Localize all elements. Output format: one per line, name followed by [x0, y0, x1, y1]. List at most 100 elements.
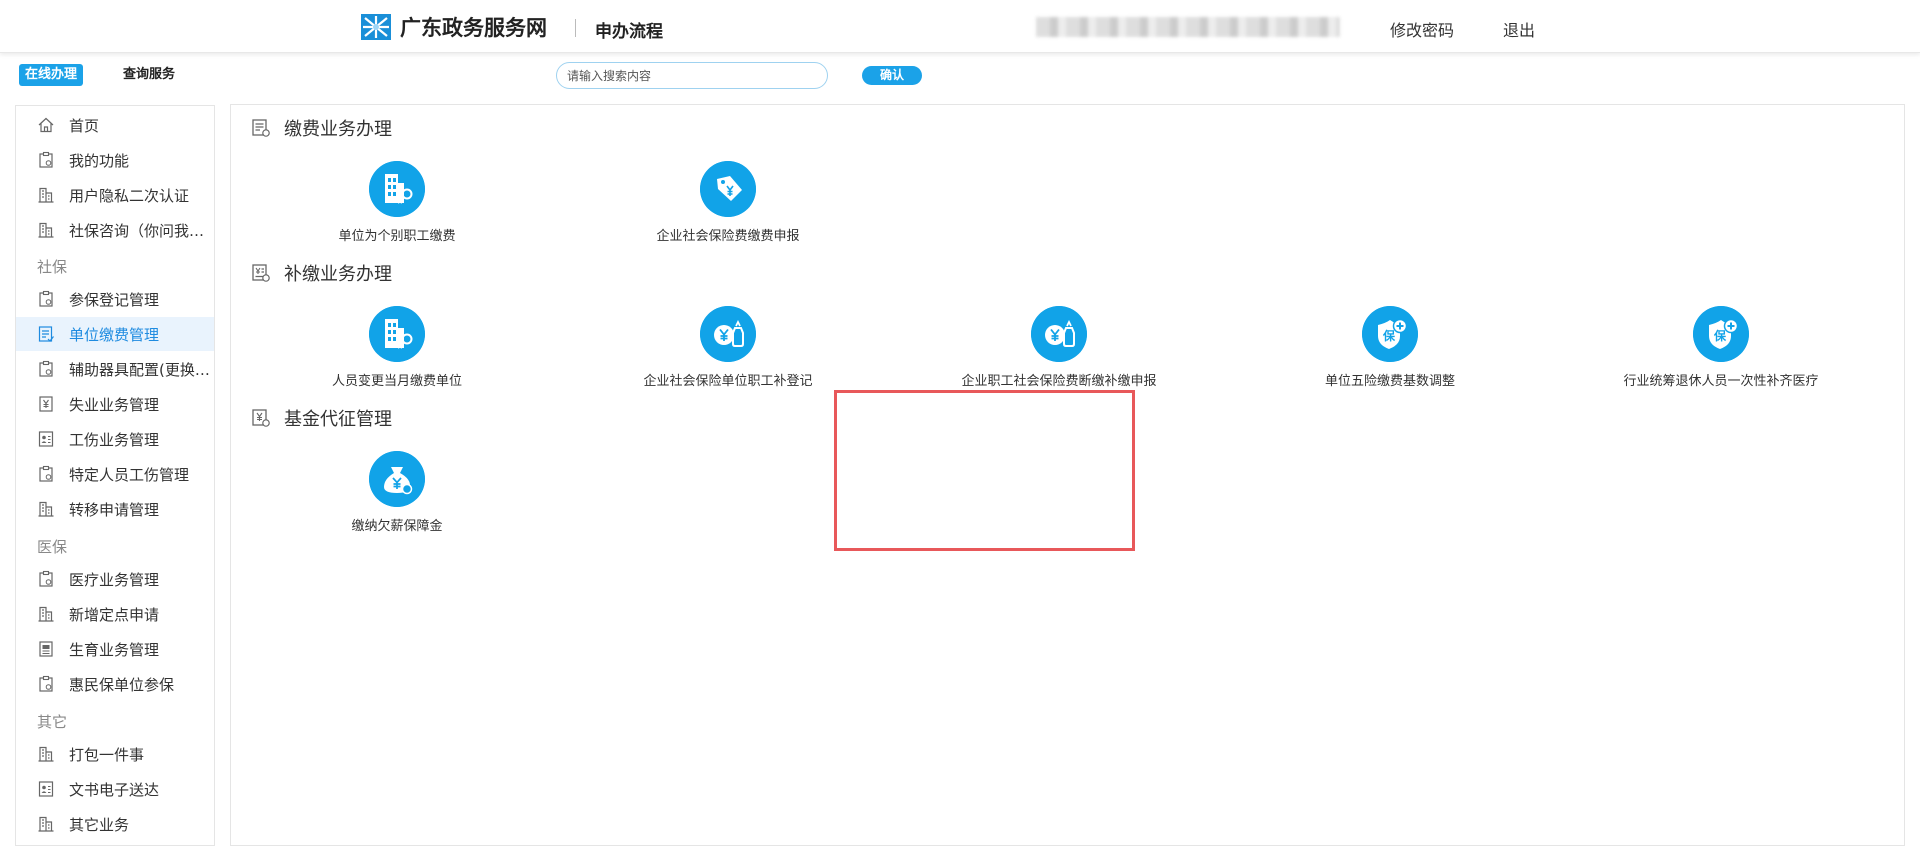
- home-icon: [37, 116, 55, 134]
- tab-online-service[interactable]: 在线办理: [19, 64, 84, 86]
- sidebar-item-work-injury[interactable]: 工伤业务管理: [16, 422, 214, 456]
- service-label: 单位为个别职工缴费: [338, 229, 456, 244]
- money-bag-icon: [369, 451, 425, 507]
- site-logo-icon: [361, 14, 391, 40]
- sidebar-item-new-designated[interactable]: 新增定点申请: [16, 597, 214, 631]
- search-confirm-button[interactable]: 确认: [862, 66, 922, 85]
- yuan-form-section-icon: [251, 408, 271, 428]
- yuan-doc-icon: [37, 395, 55, 413]
- building-icon: [37, 186, 55, 204]
- sidebar-item-label: 打包一件事: [69, 745, 145, 764]
- sidebar-item-label: 用户隐私二次认证: [69, 186, 190, 205]
- building-icon: [37, 500, 55, 518]
- site-header: 广东政务服务网 申办流程 修改密码 退出: [0, 0, 1920, 53]
- sidebar-item-huiminbao[interactable]: 惠民保单位参保: [16, 667, 214, 701]
- tab-query-service[interactable]: 查询服务: [123, 64, 175, 86]
- sidebar-item-label: 参保登记管理: [69, 290, 160, 309]
- sidebar-item-package[interactable]: 打包一件事: [16, 737, 214, 771]
- clipboard-icon: [37, 570, 55, 588]
- main-panel: 缴费业务办理 单位为个别职工缴费 企业社会保险费缴费申报 补缴业务办理 人员变更…: [230, 104, 1905, 846]
- service-retiree-medical-topup[interactable]: 行业统筹退休人员一次性补齐医疗: [1571, 306, 1871, 389]
- sidebar-item-privacy-auth[interactable]: 用户隐私二次认证: [16, 178, 214, 212]
- form-section-icon: [251, 118, 271, 138]
- service-label: 企业职工社会保险费断缴补缴申报: [961, 374, 1157, 389]
- yuan-list-section-icon: [251, 263, 271, 283]
- logout-link[interactable]: 退出: [1503, 17, 1535, 41]
- sidebar-item-label: 辅助器具配置(更换)管理: [69, 360, 214, 379]
- yuan-bag-icon: [1031, 306, 1087, 362]
- sidebar-item-label: 首页: [69, 116, 100, 135]
- section-title: 基金代征管理: [284, 409, 392, 430]
- shield-plus-icon: [1362, 306, 1418, 362]
- sidebar-item-label: 我的功能: [69, 151, 130, 170]
- clipboard-icon: [37, 465, 55, 483]
- sidebar-item-label: 其它业务: [69, 815, 130, 834]
- service-base-adjustment[interactable]: 单位五险缴费基数调整: [1240, 306, 1540, 389]
- service-label: 企业社会保险单位职工补登记: [643, 374, 813, 389]
- section-header-supplementary: 补缴业务办理: [251, 260, 392, 286]
- service-supplementary-registration[interactable]: 企业社会保险单位职工补登记: [578, 306, 878, 389]
- building-icon: [37, 745, 55, 763]
- list-doc-icon: [37, 640, 55, 658]
- service-label: 行业统筹退休人员一次性补齐医疗: [1623, 374, 1819, 389]
- sidebar-item-e-delivery[interactable]: 文书电子送达: [16, 772, 214, 806]
- building-key-icon: [369, 161, 425, 217]
- highlight-box: [834, 390, 1135, 551]
- sidebar-item-other[interactable]: 其它业务: [16, 807, 214, 841]
- clipboard-icon: [37, 360, 55, 378]
- clipboard-icon: [37, 151, 55, 169]
- sidebar-group-title: 其它: [37, 713, 68, 731]
- service-interruption-makeup[interactable]: 企业职工社会保险费断缴补缴申报: [909, 306, 1209, 389]
- service-label: 人员变更当月缴费单位: [331, 374, 462, 389]
- form-icon: [37, 325, 55, 343]
- building-icon: [37, 605, 55, 623]
- sidebar: 首页 我的功能 用户隐私二次认证 社保咨询（你问我答） 社保 参保登记管理 单位…: [15, 105, 215, 846]
- building-icon: [37, 221, 55, 239]
- service-contribution-declaration[interactable]: 企业社会保险费缴费申报: [578, 161, 878, 244]
- shield-plus-icon: [1693, 306, 1749, 362]
- user-info-redacted: [1036, 17, 1340, 37]
- service-label: 缴纳欠薪保障金: [351, 519, 443, 534]
- sidebar-item-label: 惠民保单位参保: [69, 675, 175, 694]
- section-header-payment: 缴费业务办理: [251, 115, 392, 141]
- sidebar-item-label: 特定人员工伤管理: [69, 465, 190, 484]
- service-individual-payment[interactable]: 单位为个别职工缴费: [247, 161, 547, 244]
- clipboard-icon: [37, 675, 55, 693]
- service-personnel-change[interactable]: 人员变更当月缴费单位: [247, 306, 547, 389]
- sidebar-item-home[interactable]: 首页: [16, 108, 214, 142]
- section-title: 缴费业务办理: [284, 119, 392, 140]
- sidebar-item-transfer[interactable]: 转移申请管理: [16, 492, 214, 526]
- sidebar-item-unemployment[interactable]: 失业业务管理: [16, 387, 214, 421]
- change-password-link[interactable]: 修改密码: [1390, 17, 1454, 41]
- sidebar-group-title: 医保: [37, 538, 68, 556]
- sidebar-item-label: 工伤业务管理: [69, 430, 160, 449]
- building-icon: [37, 815, 55, 833]
- service-wage-guarantee[interactable]: 缴纳欠薪保障金: [247, 451, 547, 534]
- sidebar-item-assistive-devices[interactable]: 辅助器具配置(更换)管理: [16, 352, 214, 386]
- sidebar-item-insurance-registration[interactable]: 参保登记管理: [16, 282, 214, 316]
- sidebar-item-label: 生育业务管理: [69, 640, 160, 659]
- sidebar-item-maternity[interactable]: 生育业务管理: [16, 632, 214, 666]
- person-doc-icon: [37, 780, 55, 798]
- sidebar-item-label: 失业业务管理: [69, 395, 160, 414]
- price-tag-yuan-icon: [700, 161, 756, 217]
- sidebar-item-label: 新增定点申请: [69, 605, 160, 624]
- page-subtitle: 申办流程: [595, 22, 663, 42]
- sidebar-item-medical[interactable]: 医疗业务管理: [16, 562, 214, 596]
- section-title: 补缴业务办理: [284, 264, 392, 285]
- person-doc-icon: [37, 430, 55, 448]
- sidebar-group-title: 社保: [37, 258, 68, 276]
- sidebar-item-label: 医疗业务管理: [69, 570, 160, 589]
- section-header-fund-collection: 基金代征管理: [251, 405, 392, 431]
- service-label: 企业社会保险费缴费申报: [656, 229, 800, 244]
- sidebar-item-special-injury[interactable]: 特定人员工伤管理: [16, 457, 214, 491]
- sidebar-item-consult[interactable]: 社保咨询（你问我答）: [16, 213, 214, 247]
- sidebar-item-my-functions[interactable]: 我的功能: [16, 143, 214, 177]
- clipboard-icon: [37, 290, 55, 308]
- service-label: 单位五险缴费基数调整: [1324, 374, 1455, 389]
- sidebar-item-unit-payment[interactable]: 单位缴费管理: [16, 317, 214, 351]
- sidebar-item-label: 社保咨询（你问我答）: [69, 221, 214, 240]
- search-input[interactable]: [556, 62, 828, 89]
- site-title[interactable]: 广东政务服务网: [400, 12, 547, 42]
- title-divider: [575, 19, 576, 37]
